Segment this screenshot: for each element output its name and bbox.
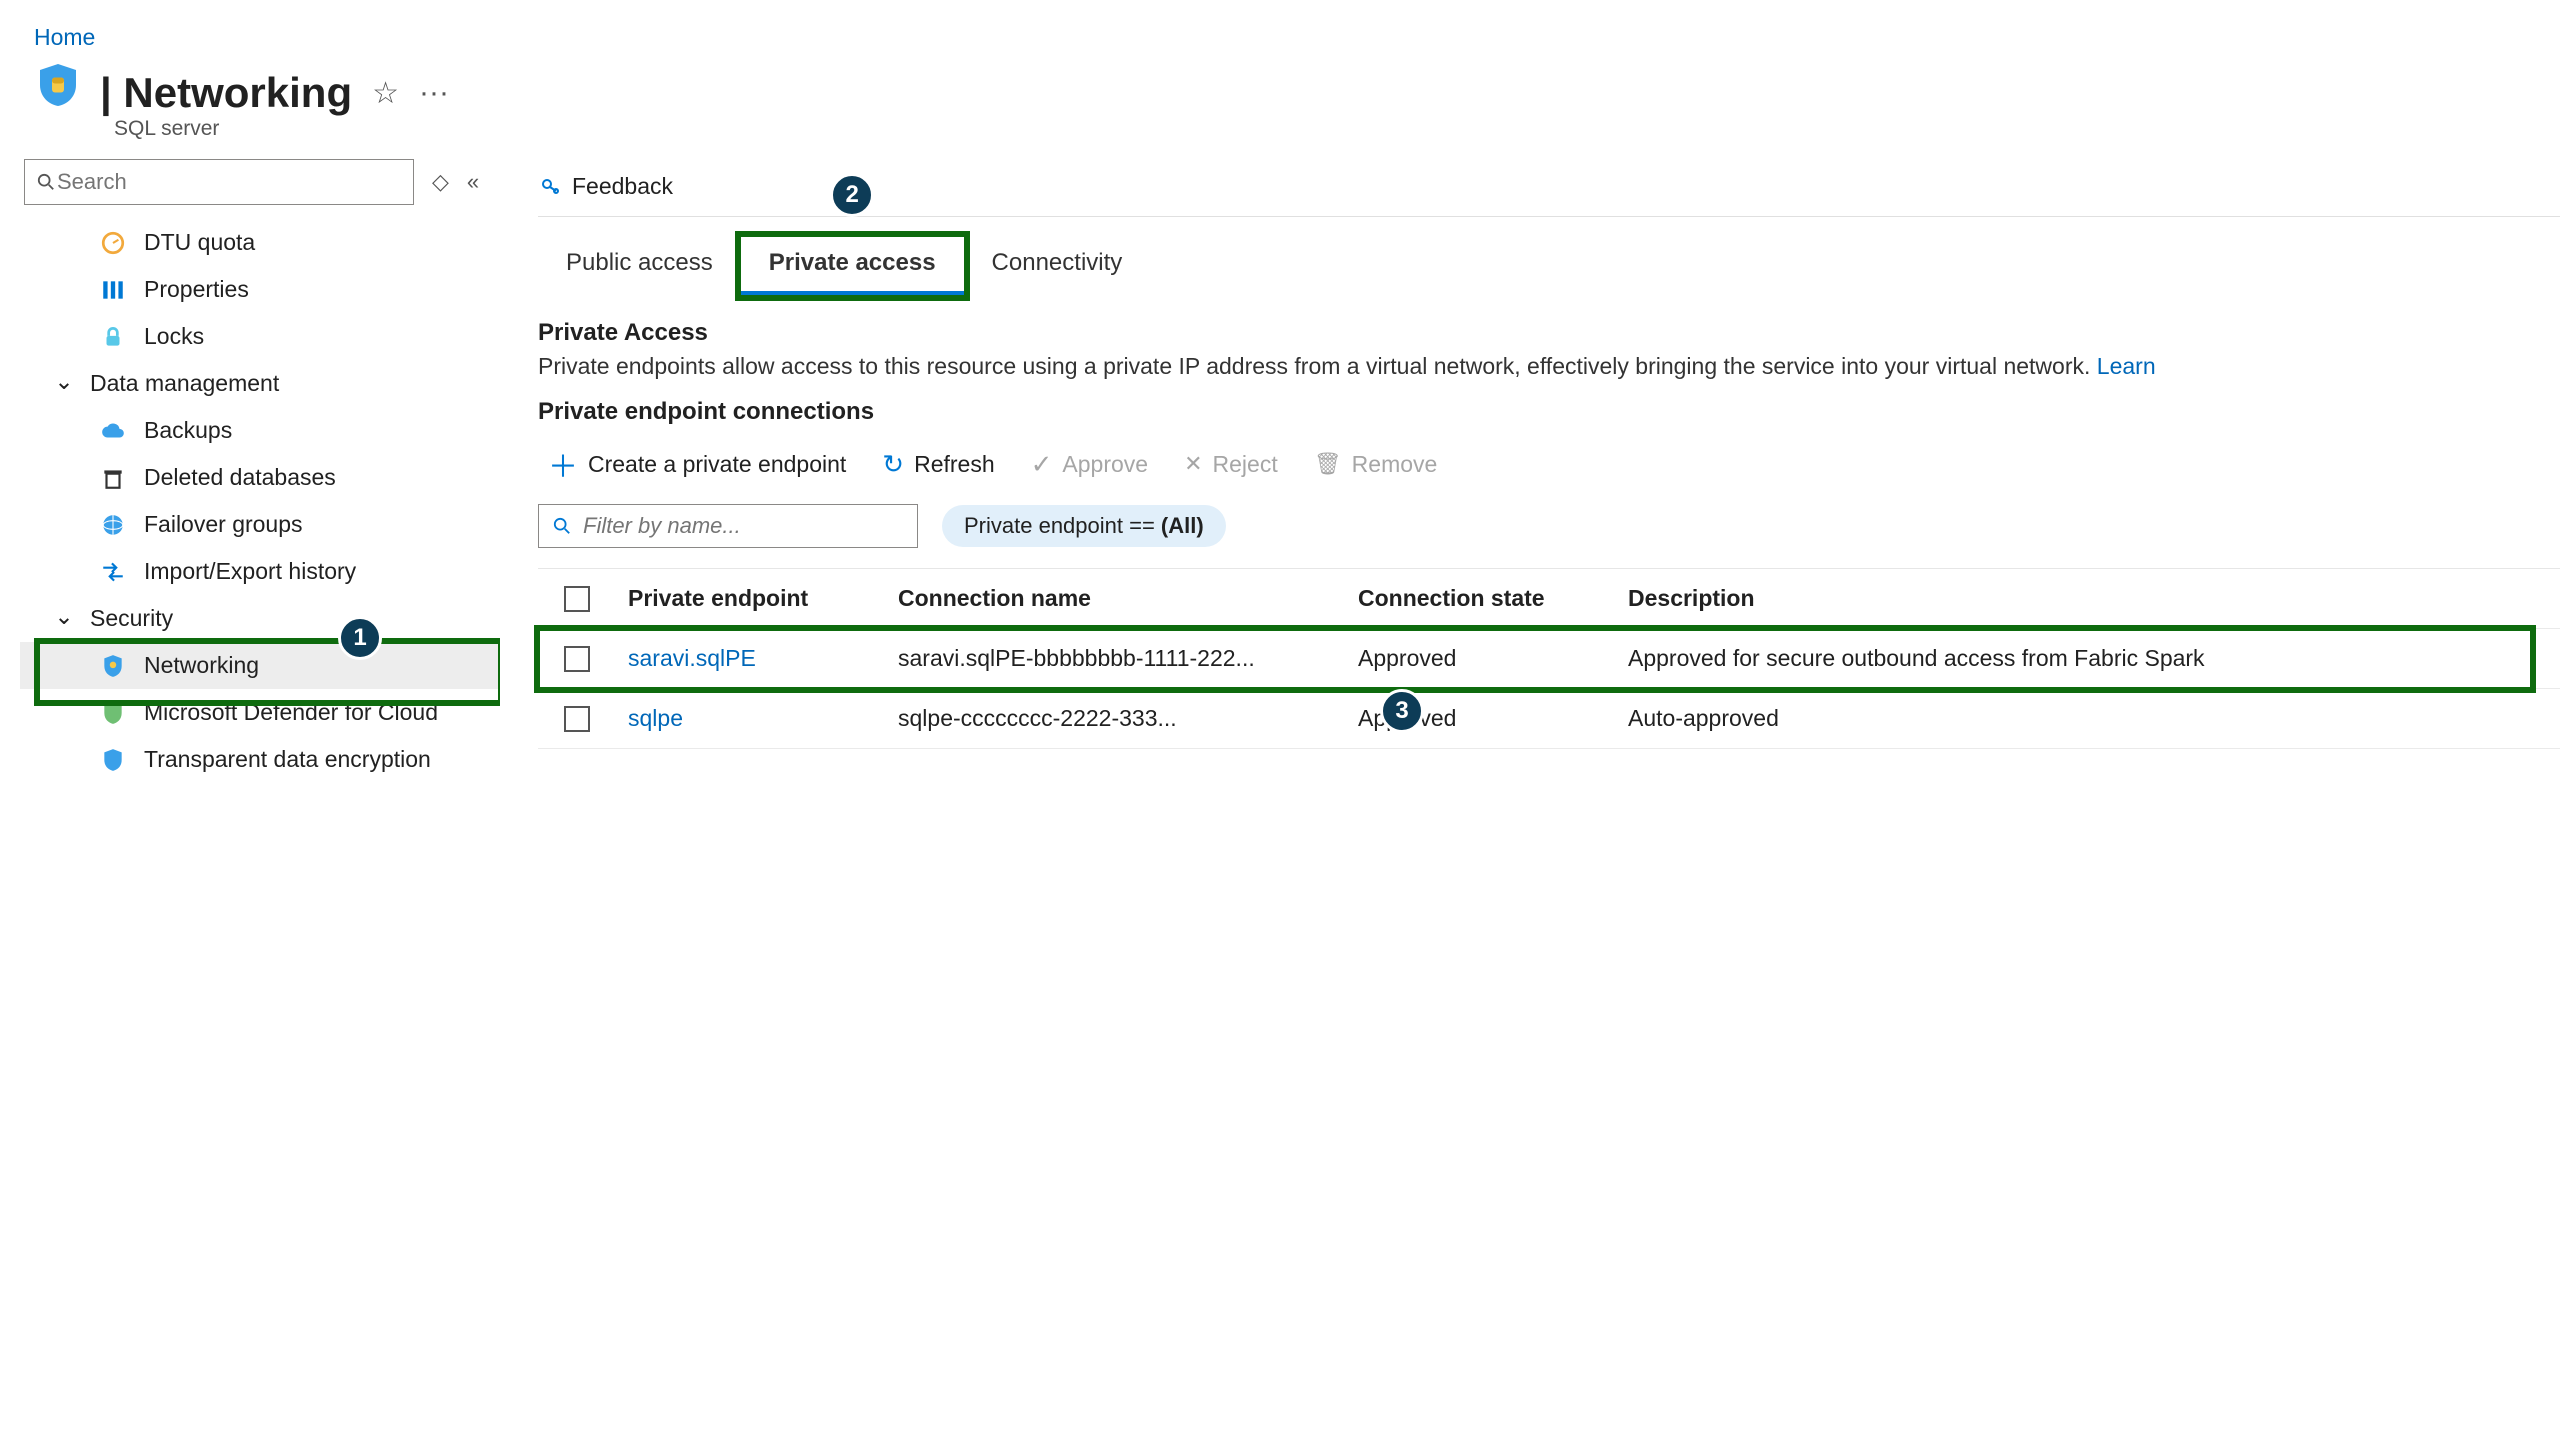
chevron-down-icon: ⌄ — [54, 603, 74, 630]
subsection-title: Private endpoint connections — [538, 398, 2560, 426]
tab-public-access[interactable]: Public access — [538, 237, 741, 295]
page-title: | Networking — [100, 69, 352, 117]
sidebar-item-label: Failover groups — [144, 511, 303, 538]
chevron-down-icon: ⌄ — [54, 368, 74, 395]
column-header-connection[interactable]: Connection name — [898, 585, 1358, 612]
column-header-endpoint[interactable]: Private endpoint — [628, 585, 898, 612]
sidebar-item-label: Locks — [144, 323, 204, 350]
sidebar-item-backups[interactable]: Backups — [20, 407, 500, 454]
section-title: Private Access — [538, 319, 2560, 347]
row-checkbox[interactable] — [564, 706, 590, 732]
filter-pill-endpoint[interactable]: Private endpoint == (All) — [942, 505, 1226, 547]
create-endpoint-button[interactable]: ＋ Create a private endpoint — [548, 442, 846, 486]
breadcrumb-home[interactable]: Home — [34, 24, 95, 50]
sidebar-item-label: DTU quota — [144, 229, 255, 256]
sidebar-item-networking[interactable]: Networking — [20, 642, 500, 689]
resource-type-label: SQL server — [34, 117, 449, 141]
tab-private-access[interactable]: Private access — [741, 237, 964, 295]
trash-icon: 🗑 — [1314, 451, 1342, 477]
more-button[interactable]: ··· — [419, 76, 449, 110]
gauge-icon — [100, 230, 126, 256]
sidebar: ◇ « DTU quota Properties Locks ⌄ Data ma… — [20, 159, 500, 1039]
callout-badge-2: 2 — [830, 173, 874, 217]
endpoint-link[interactable]: sqlpe — [628, 705, 683, 731]
section-label: Data management — [90, 370, 279, 397]
sidebar-item-tde[interactable]: Transparent data encryption — [20, 736, 500, 783]
table-row[interactable]: sqlpe sqlpe-cccccccc-2222-333... Approve… — [538, 689, 2560, 749]
main-panel: Feedback Public access Private access 2 … — [500, 159, 2560, 1039]
feedback-icon — [538, 175, 562, 199]
select-all-checkbox[interactable] — [564, 586, 590, 612]
x-icon: ✕ — [1184, 451, 1202, 477]
connection-state: Approved — [1358, 645, 1628, 672]
filter-by-name[interactable] — [538, 504, 918, 548]
table-row[interactable]: saravi.sqlPE saravi.sqlPE-bbbbbbbb-1111-… — [538, 629, 2560, 689]
shield-icon — [100, 653, 126, 679]
endpoints-table: Private endpoint Connection name Connect… — [538, 568, 2560, 749]
sidebar-item-label: Transparent data encryption — [144, 746, 431, 773]
reject-button[interactable]: ✕ Reject — [1184, 451, 1278, 478]
search-input[interactable] — [55, 168, 401, 196]
remove-button[interactable]: 🗑 Remove — [1314, 451, 1438, 478]
properties-icon — [100, 277, 126, 303]
sidebar-item-deleted-databases[interactable]: Deleted databases — [20, 454, 500, 501]
callout-badge-3: 3 — [1380, 689, 1424, 733]
connection-name: sqlpe-cccccccc-2222-333... — [898, 705, 1358, 732]
sidebar-item-dtu-quota[interactable]: DTU quota — [20, 219, 500, 266]
trash-icon — [100, 465, 126, 491]
sidebar-item-properties[interactable]: Properties — [20, 266, 500, 313]
section-description: Private endpoints allow access to this r… — [538, 353, 2560, 380]
learn-more-link[interactable]: Learn — [2097, 353, 2156, 379]
import-export-icon — [100, 559, 126, 585]
search-icon — [37, 173, 55, 191]
sidebar-search[interactable] — [24, 159, 414, 205]
check-icon: ✓ — [1031, 449, 1053, 480]
approve-button[interactable]: ✓ Approve — [1031, 449, 1148, 480]
tab-connectivity[interactable]: Connectivity — [964, 237, 1151, 295]
feedback-button[interactable]: Feedback — [538, 173, 673, 200]
sidebar-item-label: Microsoft Defender for Cloud — [144, 699, 438, 726]
encryption-icon — [100, 747, 126, 773]
endpoint-link[interactable]: saravi.sqlPE — [628, 645, 756, 671]
callout-badge-1: 1 — [338, 616, 382, 660]
sidebar-item-label: Deleted databases — [144, 464, 336, 491]
sidebar-item-locks[interactable]: Locks — [20, 313, 500, 360]
sidebar-item-failover-groups[interactable]: Failover groups — [20, 501, 500, 548]
favorite-button[interactable]: ☆ — [372, 76, 399, 111]
sidebar-section-security[interactable]: ⌄ Security — [20, 595, 500, 642]
connection-name: saravi.sqlPE-bbbbbbbb-1111-222... — [898, 645, 1358, 672]
expand-all-button[interactable]: ◇ — [432, 169, 449, 195]
sql-server-icon — [34, 61, 82, 109]
refresh-icon: ↻ — [882, 449, 904, 480]
sidebar-item-label: Networking — [144, 652, 259, 679]
cloud-icon — [100, 418, 126, 444]
search-icon — [553, 517, 571, 535]
filter-input[interactable] — [581, 512, 903, 540]
page-header: | Networking ☆ ··· SQL server — [0, 69, 2560, 149]
lock-icon — [100, 324, 126, 350]
refresh-button[interactable]: ↻ Refresh — [882, 449, 994, 480]
connection-description: Auto-approved — [1628, 705, 2560, 732]
sidebar-section-data-management[interactable]: ⌄ Data management — [20, 360, 500, 407]
connection-description: Approved for secure outbound access from… — [1628, 645, 2560, 672]
sidebar-item-label: Import/Export history — [144, 558, 356, 585]
defender-icon — [100, 700, 126, 726]
column-header-description[interactable]: Description — [1628, 585, 2560, 612]
sidebar-item-defender[interactable]: Microsoft Defender for Cloud — [20, 689, 500, 736]
plus-icon: ＋ — [548, 442, 578, 486]
collapse-sidebar-button[interactable]: « — [467, 169, 479, 195]
row-checkbox[interactable] — [564, 646, 590, 672]
section-label: Security — [90, 605, 173, 632]
sidebar-item-import-export[interactable]: Import/Export history — [20, 548, 500, 595]
sidebar-item-label: Properties — [144, 276, 249, 303]
globe-icon — [100, 512, 126, 538]
sidebar-item-label: Backups — [144, 417, 232, 444]
column-header-state[interactable]: Connection state — [1358, 585, 1628, 612]
feedback-label: Feedback — [572, 173, 673, 200]
